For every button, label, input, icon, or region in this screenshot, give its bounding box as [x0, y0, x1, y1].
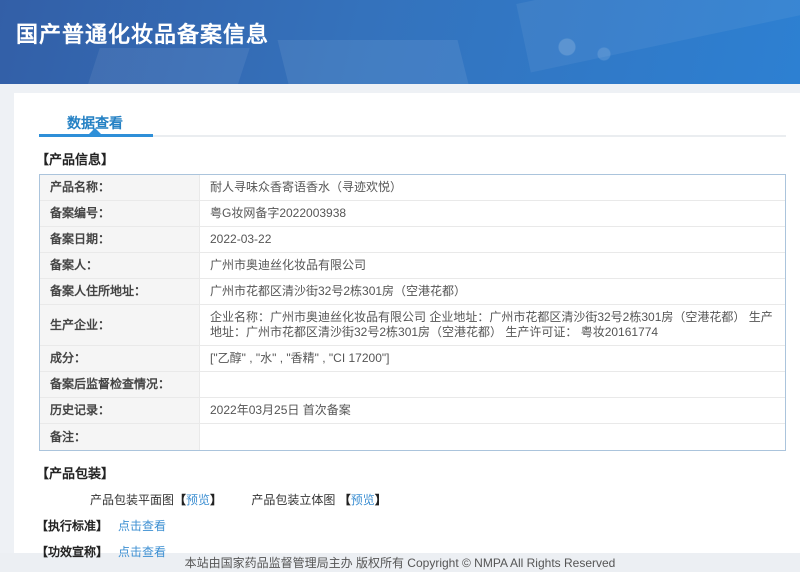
row-label: 产品名称： [40, 175, 200, 201]
bracket-close: 】 [374, 493, 387, 507]
row-value: 广州市奥迪丝化妆品有限公司 [200, 253, 785, 279]
row-label: 备注： [40, 424, 200, 450]
row-value [200, 372, 785, 398]
packaging-links-row: 产品包装平面图【预览】 产品包装立体图 【预览】 [90, 491, 800, 508]
table-row: 备案日期： 2022-03-22 [40, 227, 785, 253]
row-label: 备案后监督检查情况： [40, 372, 200, 398]
table-row: 备注： [40, 424, 785, 450]
tab-active-indicator-icon [89, 128, 101, 134]
table-row: 成分： ["乙醇" , "水" , "香精" , "CI 17200"] [40, 346, 785, 372]
table-row: 备案人： 广州市奥迪丝化妆品有限公司 [40, 253, 785, 279]
header-decoration [80, 48, 250, 84]
section-title-product-info: 【产品信息】 [36, 152, 115, 167]
bracket-open: 【 [338, 493, 351, 507]
bracket-close: 】 [210, 493, 223, 507]
table-row: 备案人住所地址： 广州市花都区清沙街32号2栋301房（空港花都） [40, 279, 785, 305]
copyright-text: 本站由国家药品监督管理局主办 版权所有 Copyright © NMPA All… [184, 556, 616, 570]
row-label: 备案人： [40, 253, 200, 279]
row-value: ["乙醇" , "水" , "香精" , "CI 17200"] [200, 346, 785, 372]
page-header: 国产普通化妆品备案信息 [0, 0, 800, 84]
row-label: 生产企业： [40, 305, 200, 346]
row-label: 备案人住所地址： [40, 279, 200, 305]
table-row: 产品名称： 耐人寻味众香寄语香水（寻迹欢悦） [40, 175, 785, 201]
packaging-flat-item: 产品包装平面图【预览】 [90, 493, 225, 507]
table-row: 历史记录： 2022年03月25日 首次备案 [40, 398, 785, 424]
execution-standard-row: 【执行标准】 点击查看 [36, 517, 800, 534]
row-label: 备案日期： [40, 227, 200, 253]
preview-link-flat[interactable]: 预览 [186, 493, 210, 507]
content-card: 数据查看 【产品信息】 产品名称： 耐人寻味众香寄语香水（寻迹欢悦） 备案编号：… [14, 93, 800, 559]
execution-standard-label: 【执行标准】 [36, 519, 109, 533]
efficacy-claim-link[interactable]: 点击查看 [118, 545, 166, 559]
packaging-stereo-item: 产品包装立体图 【预览】 [251, 493, 386, 507]
table-row: 备案编号： 粤G妆网备字2022003938 [40, 201, 785, 227]
table-row: 备案后监督检查情况： [40, 372, 785, 398]
row-value: 耐人寻味众香寄语香水（寻迹欢悦） [200, 175, 785, 201]
row-value [200, 424, 785, 450]
row-label: 备案编号： [40, 201, 200, 227]
tab-active-underline [39, 134, 153, 137]
row-value: 广州市花都区清沙街32号2栋301房（空港花都） [200, 279, 785, 305]
row-label: 成分： [40, 346, 200, 372]
preview-link-stereo[interactable]: 预览 [351, 493, 375, 507]
bracket-open: 【 [174, 493, 187, 507]
packaging-flat-label: 产品包装平面图 [90, 493, 175, 507]
table-row: 生产企业： 企业名称：广州市奥迪丝化妆品有限公司 企业地址：广州市花都区清沙街3… [40, 305, 785, 346]
execution-standard-link[interactable]: 点击查看 [118, 519, 166, 533]
page-title: 国产普通化妆品备案信息 [16, 22, 270, 47]
row-value: 粤G妆网备字2022003938 [200, 201, 785, 227]
row-value: 企业名称：广州市奥迪丝化妆品有限公司 企业地址：广州市花都区清沙街32号2栋30… [200, 305, 785, 346]
section-title-product-packaging: 【产品包装】 [36, 466, 115, 481]
row-value: 2022年03月25日 首次备案 [200, 398, 785, 424]
efficacy-claim-label: 【功效宣称】 [36, 545, 109, 559]
row-label: 历史记录： [40, 398, 200, 424]
tab-bar: 数据查看 [39, 103, 786, 137]
product-info-table: 产品名称： 耐人寻味众香寄语香水（寻迹欢悦） 备案编号： 粤G妆网备字20220… [39, 174, 786, 451]
packaging-stereo-label: 产品包装立体图 [251, 493, 339, 507]
row-value: 2022-03-22 [200, 227, 785, 253]
